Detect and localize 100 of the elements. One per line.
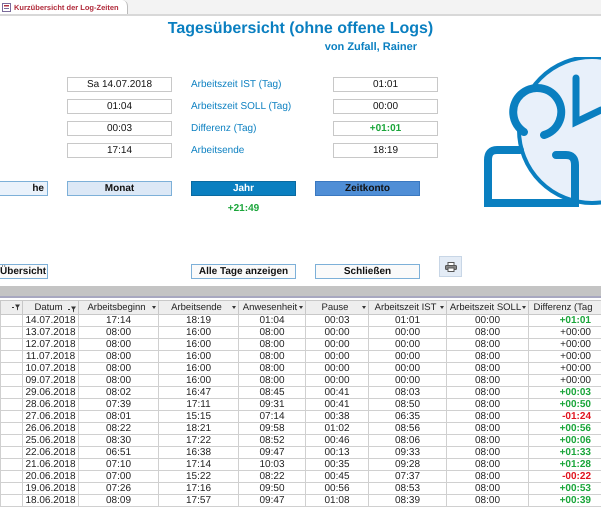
- table-cell: 00:45: [306, 470, 368, 482]
- table-cell: +00:03: [528, 386, 601, 398]
- action-button[interactable]: Übersicht: [0, 264, 48, 279]
- table-cell: 13.07.2018: [22, 326, 78, 338]
- table-cell: 01:01: [368, 314, 446, 326]
- table-cell: 00:00: [306, 338, 368, 350]
- table-cell: 00:00: [306, 374, 368, 386]
- table-cell: -01:24: [528, 410, 601, 422]
- table-cell: 08:00: [446, 350, 528, 362]
- period-button[interactable]: Monat: [67, 181, 172, 196]
- table-cell: +00:50: [528, 398, 601, 410]
- table-cell: 16:00: [158, 326, 238, 338]
- table-cell: 10.07.2018: [22, 362, 78, 374]
- table-cell: 16:47: [158, 386, 238, 398]
- column-header[interactable]: Anwesenheit: [238, 300, 306, 314]
- table-cell: 15:15: [158, 410, 238, 422]
- column-header[interactable]: Pause: [306, 300, 368, 314]
- table-cell: 17:16: [158, 482, 238, 494]
- table-cell: 08:00: [238, 374, 306, 386]
- user-name: von Zufall, Rainer: [324, 41, 417, 54]
- table-cell: 17:57: [158, 494, 238, 506]
- value-field: +01:01: [333, 121, 438, 136]
- column-header[interactable]: Arbeitszeit SOLL: [446, 300, 528, 314]
- column-header[interactable]: Arbeitszeit IST: [368, 300, 446, 314]
- table-cell: 08:00: [238, 350, 306, 362]
- account-button[interactable]: Zeitkonto: [315, 181, 420, 196]
- table-cell: 08:00: [78, 350, 158, 362]
- table-cell: 09:31: [238, 398, 306, 410]
- table-cell: +00:00: [528, 374, 601, 386]
- table-cell: 07:10: [78, 458, 158, 470]
- table-cell: 08:50: [368, 398, 446, 410]
- table-cell: 08:00: [446, 446, 528, 458]
- table-cell: 08:52: [238, 434, 306, 446]
- table-cell: 18:19: [158, 314, 238, 326]
- table-cell: 16:00: [158, 350, 238, 362]
- table-cell: +01:33: [528, 446, 601, 458]
- action-button[interactable]: Schließen: [315, 264, 420, 279]
- table-cell: +00:53: [528, 482, 601, 494]
- date-field: Sa 14.07.2018: [67, 77, 172, 92]
- date-field: 01:04: [67, 99, 172, 114]
- table-cell: 08:30: [78, 434, 158, 446]
- table-cell: 08:00: [446, 458, 528, 470]
- printer-icon: [444, 262, 456, 272]
- table-cell: 08:00: [446, 422, 528, 434]
- table-cell: 08:00: [446, 374, 528, 386]
- table-cell: 08:02: [78, 386, 158, 398]
- table-cell: 07:00: [78, 470, 158, 482]
- period-button[interactable]: he: [0, 181, 48, 196]
- print-button[interactable]: [439, 256, 462, 277]
- form-icon: [2, 2, 11, 12]
- table-cell: 08:22: [238, 470, 306, 482]
- table-cell: +00:00: [528, 326, 601, 338]
- table-cell: 08:00: [238, 326, 306, 338]
- table-cell: 26.06.2018: [22, 422, 78, 434]
- column-header[interactable]: Datum: [22, 300, 78, 314]
- table-cell: 09.07.2018: [22, 374, 78, 386]
- column-header[interactable]: Arbeitsbeginn: [78, 300, 158, 314]
- table-cell: +00:00: [528, 350, 601, 362]
- table-cell: 16:38: [158, 446, 238, 458]
- table-cell: 09:33: [368, 446, 446, 458]
- table-cell: 20.06.2018: [22, 470, 78, 482]
- table-cell: 08:00: [446, 362, 528, 374]
- table-cell: 01:02: [306, 422, 368, 434]
- table-cell: 08:00: [446, 386, 528, 398]
- table-cell: 07:37: [368, 470, 446, 482]
- table-cell: +00:06: [528, 434, 601, 446]
- table-cell: 08:39: [368, 494, 446, 506]
- table-cell: +01:28: [528, 458, 601, 470]
- table-cell: +00:00: [528, 338, 601, 350]
- table-cell: 00:56: [306, 482, 368, 494]
- table-cell: 00:00: [368, 374, 446, 386]
- action-button[interactable]: Alle Tage anzeigen: [191, 264, 296, 279]
- table-cell: 00:00: [368, 326, 446, 338]
- table-cell: 12.07.2018: [22, 338, 78, 350]
- date-field: 17:14: [67, 143, 172, 158]
- table-cell: 08:45: [238, 386, 306, 398]
- table-cell: 21.06.2018: [22, 458, 78, 470]
- column-header[interactable]: Arbeitsende: [158, 300, 238, 314]
- table-cell: 09:47: [238, 494, 306, 506]
- table-cell: +00:39: [528, 494, 601, 506]
- field-label: Arbeitsende: [191, 145, 246, 156]
- table-cell: 29.06.2018: [22, 386, 78, 398]
- period-button[interactable]: Jahr: [191, 181, 296, 196]
- table-cell: 07:39: [78, 398, 158, 410]
- date-field: 00:03: [67, 121, 172, 136]
- table-cell: 08:53: [368, 482, 446, 494]
- table-cell: 00:41: [306, 398, 368, 410]
- table-cell: 19.06.2018: [22, 482, 78, 494]
- table-cell: 09:50: [238, 482, 306, 494]
- table-cell: 08:00: [238, 362, 306, 374]
- table-cell: 00:38: [306, 410, 368, 422]
- column-header[interactable]: Differenz (Tag: [528, 300, 601, 314]
- table-cell: +00:00: [528, 362, 601, 374]
- table-cell: 08:00: [446, 434, 528, 446]
- table-cell: 08:00: [446, 398, 528, 410]
- table-cell: 00:00: [306, 362, 368, 374]
- field-label: Differenz (Tag): [191, 123, 258, 134]
- selector-header[interactable]: [0, 300, 22, 314]
- table-cell: 08:09: [78, 494, 158, 506]
- table-cell: 00:00: [368, 338, 446, 350]
